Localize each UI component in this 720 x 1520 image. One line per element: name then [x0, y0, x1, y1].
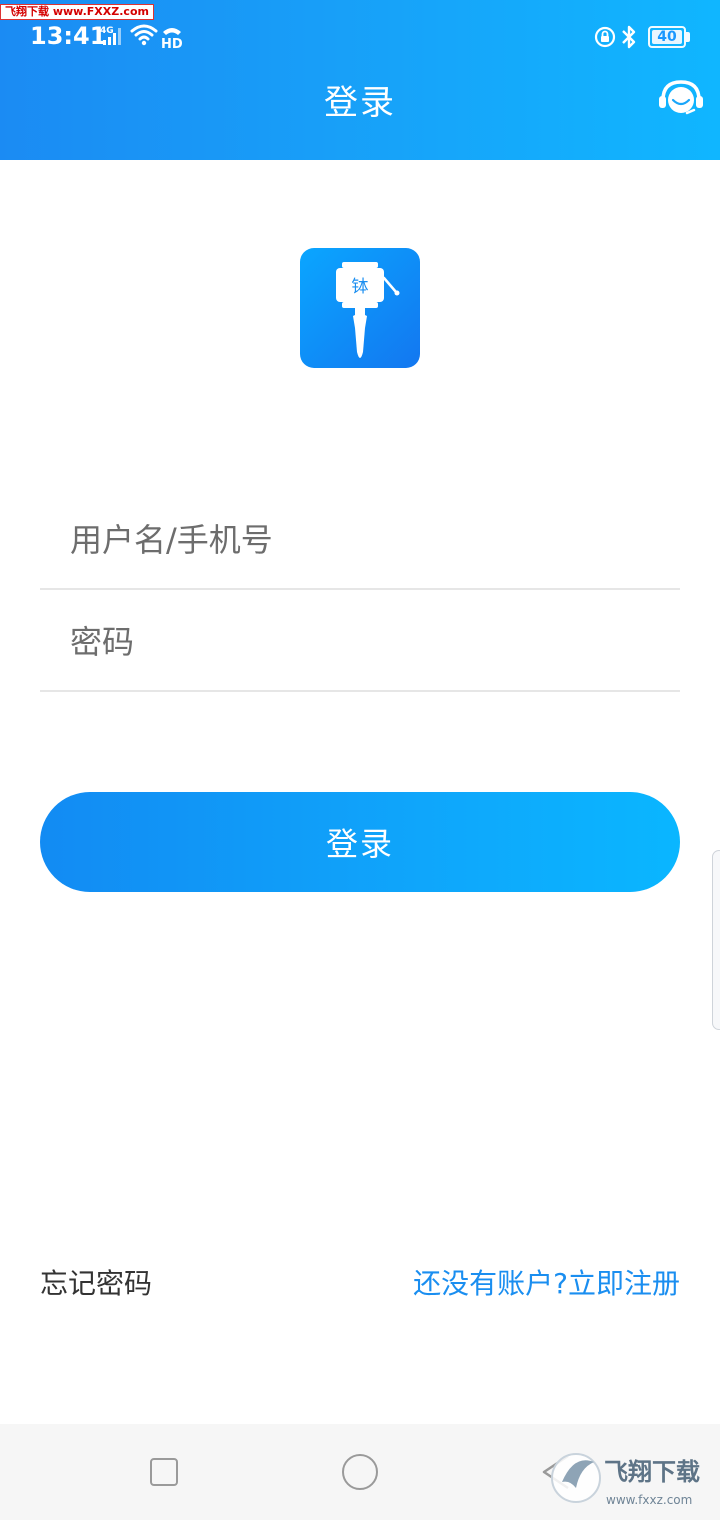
watermark-top: 飞翔下载 www.FXXZ.com: [0, 4, 154, 20]
bluetooth-icon: [622, 25, 636, 49]
page-title: 登录: [324, 83, 396, 123]
signal-icon: 4G: [100, 26, 121, 45]
hd-call-icon: HD: [161, 28, 183, 50]
forgot-password-link[interactable]: 忘记密码: [40, 1262, 152, 1302]
network-type: 4G: [100, 26, 114, 36]
logo-char: 钵: [352, 277, 369, 297]
password-field: [40, 592, 680, 692]
rotation-lock-icon: [594, 26, 616, 48]
gavel-logo-icon: 钵: [336, 262, 400, 358]
battery-icon: 40: [648, 26, 686, 48]
username-input[interactable]: [70, 490, 650, 590]
customer-service-icon[interactable]: [658, 78, 704, 118]
status-bar: 飞翔下载 www.FXXZ.com 13:41 4G HD 40: [0, 0, 720, 72]
edge-panel-handle[interactable]: [712, 850, 720, 1030]
password-input[interactable]: [70, 592, 650, 692]
watermark-url: www.fxxz.com: [606, 1493, 692, 1507]
wifi-icon: [130, 24, 158, 46]
login-screen: 飞翔下载 www.FXXZ.com 13:41 4G HD 40 登录 钵 用户…: [0, 0, 720, 1520]
battery-tip: [686, 32, 690, 42]
watermark-brand: 飞翔下载: [604, 1458, 700, 1486]
home-button[interactable]: [342, 1454, 378, 1490]
status-time: 13:41: [30, 22, 107, 50]
battery-level: 40: [657, 29, 677, 45]
app-logo: 钵: [300, 248, 420, 368]
recent-apps-button[interactable]: [150, 1458, 178, 1486]
hd-label: HD: [161, 37, 183, 50]
watermark-bottom: 飞翔下载 www.fxxz.com: [551, 1453, 700, 1507]
app-header: 飞翔下载 www.FXXZ.com 13:41 4G HD 40 登录: [0, 0, 720, 160]
login-button[interactable]: 登录: [40, 792, 680, 892]
username-field: [40, 490, 680, 590]
register-link[interactable]: 还没有账户?立即注册: [413, 1262, 680, 1302]
